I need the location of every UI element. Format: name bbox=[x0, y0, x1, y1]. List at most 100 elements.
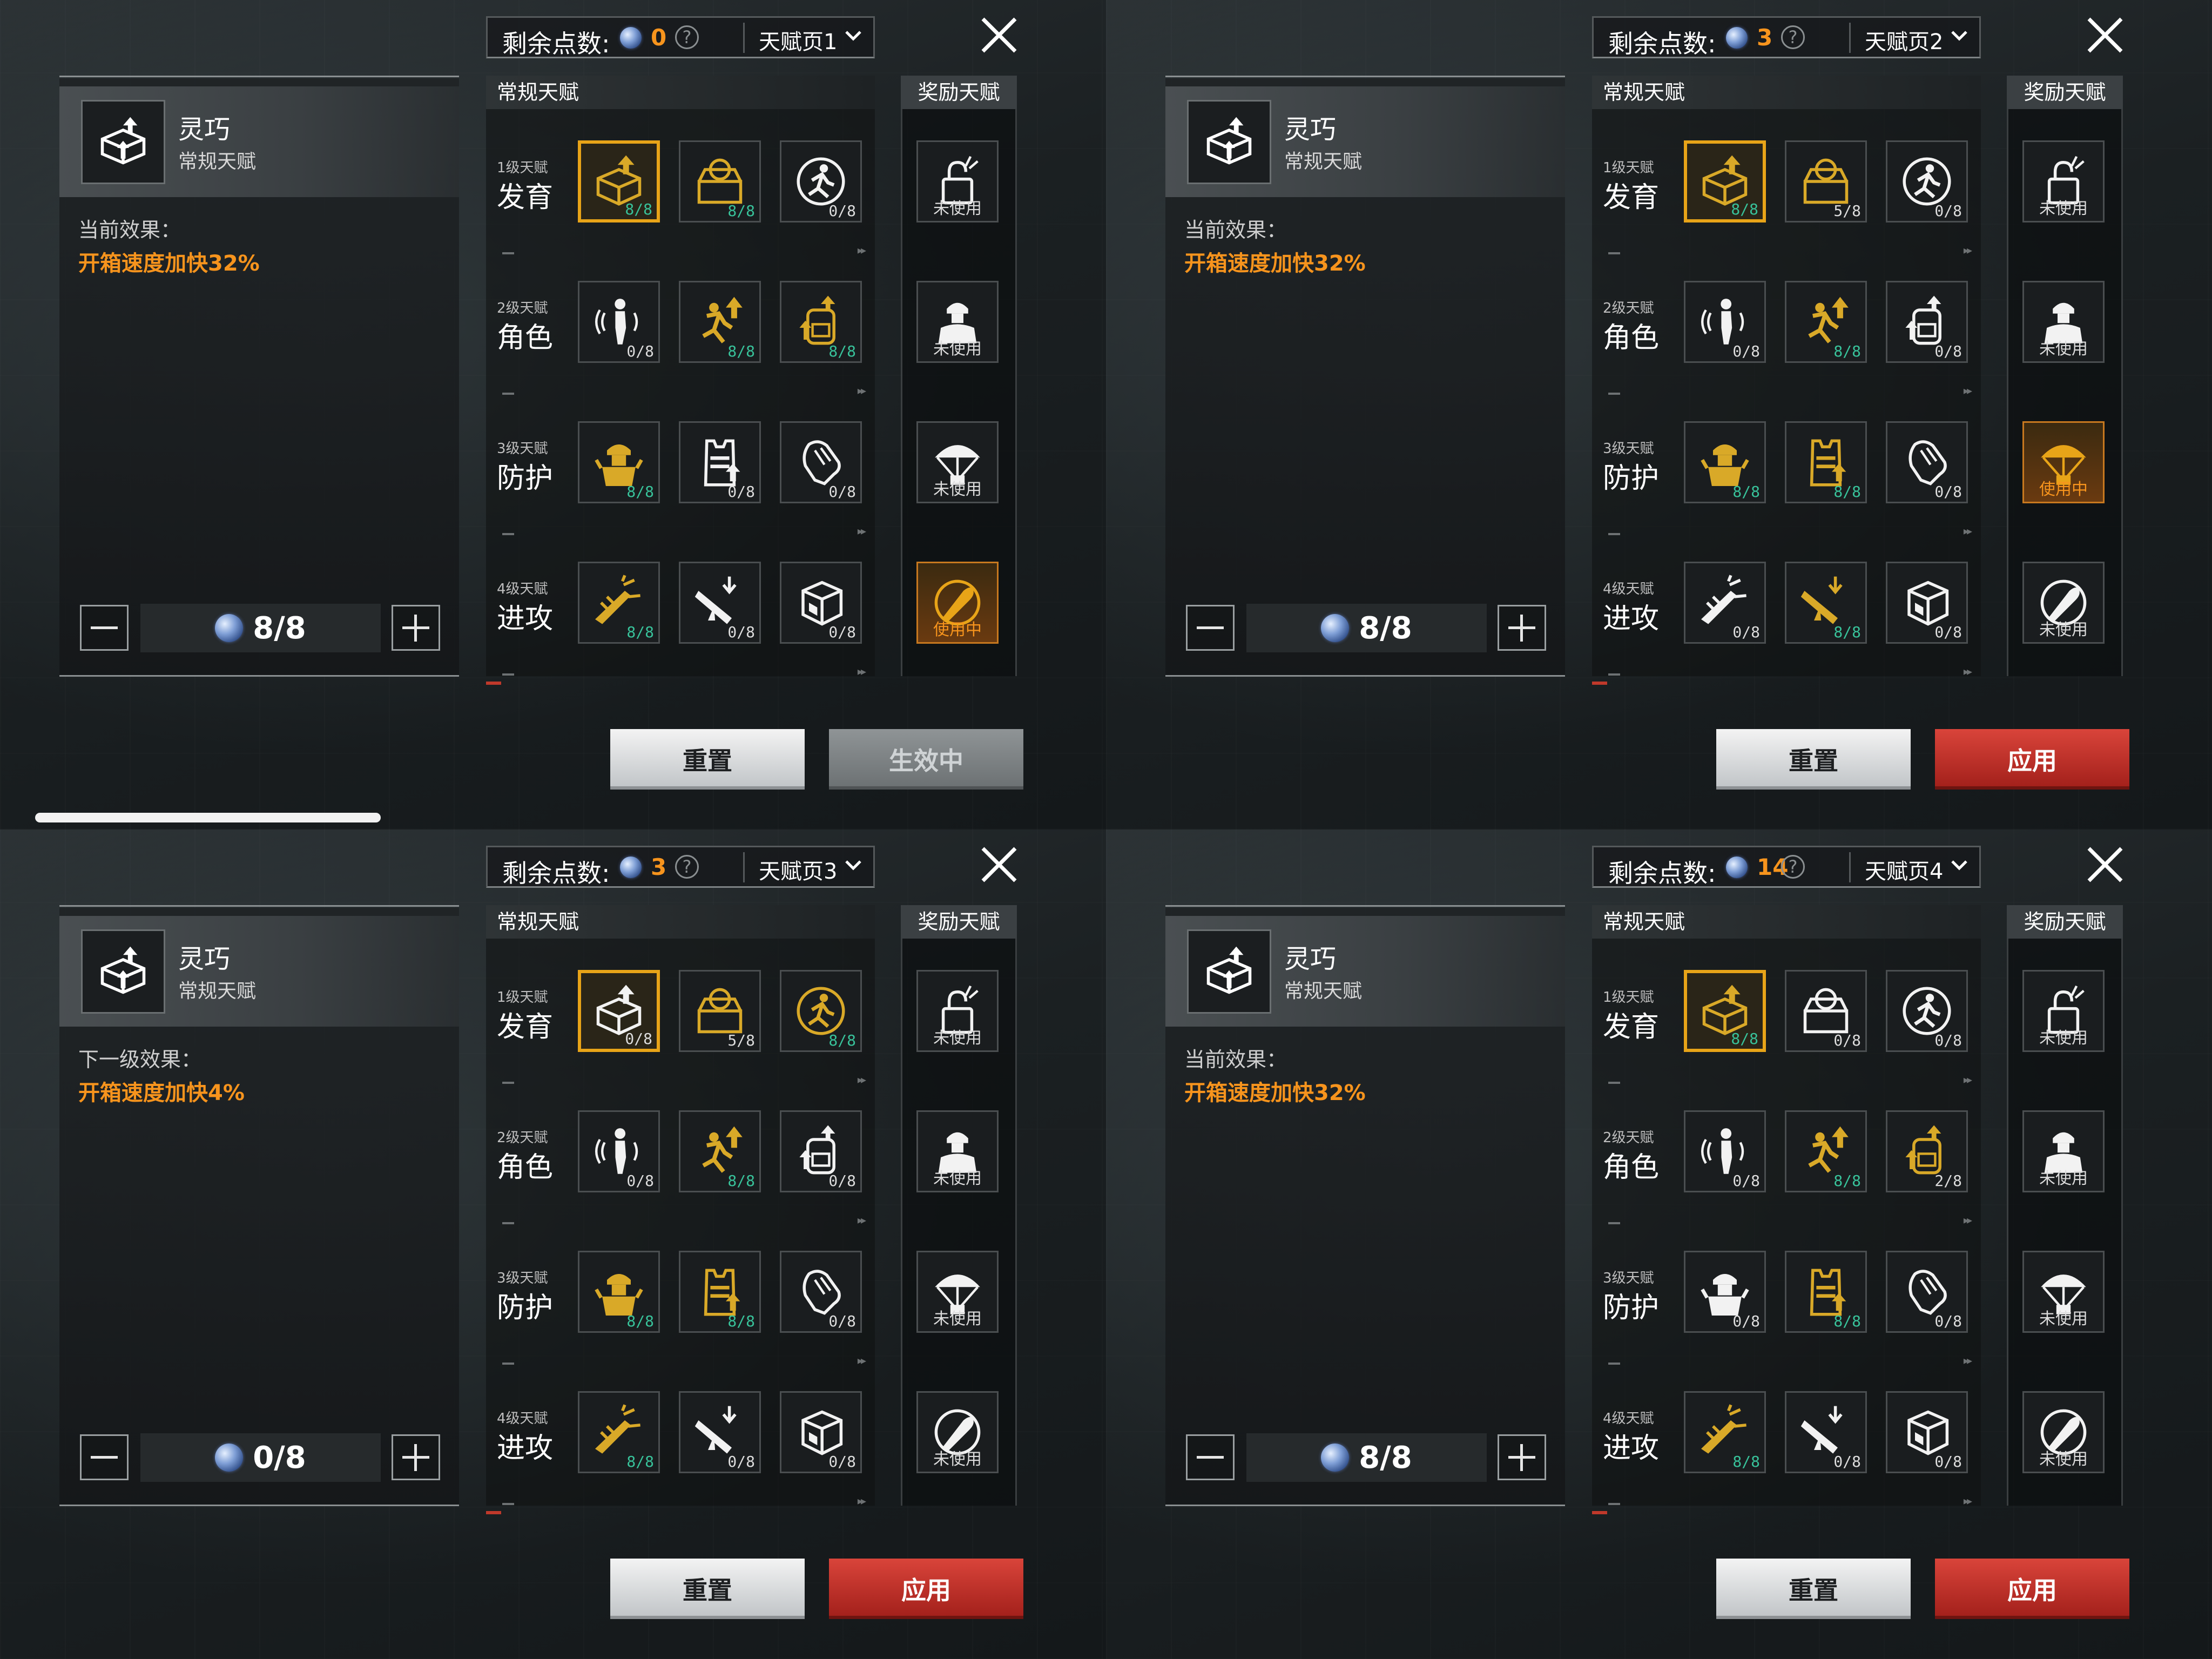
bonus-talent-slot[interactable]: 未使用 bbox=[916, 140, 999, 222]
talent-level-count: 8/8 bbox=[1833, 1312, 1861, 1330]
bonus-talent-slot[interactable]: 未使用 bbox=[2022, 562, 2105, 644]
talent-slot[interactable]: 8/8 bbox=[1684, 421, 1766, 503]
bonus-talent-slot[interactable]: 使用中 bbox=[2022, 421, 2105, 503]
apply-button[interactable]: 生效中 bbox=[829, 729, 1023, 790]
talent-slot[interactable]: 0/8 bbox=[1684, 1251, 1766, 1333]
close-button[interactable] bbox=[972, 8, 1026, 62]
bonus-talent-slot[interactable]: 使用中 bbox=[916, 562, 999, 644]
talent-slot[interactable]: 8/8 bbox=[578, 1251, 660, 1333]
question-circle-icon[interactable]: ? bbox=[1781, 855, 1805, 879]
talent-slot[interactable]: 0/8 bbox=[1886, 970, 1968, 1052]
question-circle-icon[interactable]: ? bbox=[675, 855, 699, 879]
talent-page-select[interactable]: 天赋页1 bbox=[759, 24, 837, 56]
reset-button[interactable]: 重置 bbox=[1716, 729, 1911, 790]
bonus-talent-slot[interactable]: 未使用 bbox=[2022, 1251, 2105, 1333]
talent-slot[interactable]: 0/8 bbox=[780, 1391, 862, 1473]
close-button[interactable] bbox=[972, 838, 1026, 892]
bonus-talent-slot[interactable]: 未使用 bbox=[916, 1391, 999, 1473]
talent-page-select[interactable]: 天赋页3 bbox=[759, 854, 837, 885]
talent-slot[interactable]: 0/8 bbox=[780, 1251, 862, 1333]
talent-slot[interactable]: 5/8 bbox=[679, 970, 761, 1052]
talent-page-select[interactable]: 天赋页2 bbox=[1865, 24, 1943, 56]
talent-page-select[interactable]: 天赋页4 bbox=[1865, 854, 1943, 885]
talent-slot[interactable]: 8/8 bbox=[1785, 1110, 1867, 1192]
talent-slot[interactable]: 0/8 bbox=[1886, 140, 1968, 222]
chevron-down-icon[interactable] bbox=[844, 26, 862, 48]
talent-slot[interactable]: 0/8 bbox=[578, 1110, 660, 1192]
talent-slot[interactable]: 8/8 bbox=[1785, 421, 1867, 503]
talent-slot[interactable]: 8/8 bbox=[780, 970, 862, 1052]
talent-slot[interactable]: 8/8 bbox=[679, 140, 761, 222]
talent-slot[interactable]: 0/8 bbox=[578, 281, 660, 363]
question-circle-icon[interactable]: ? bbox=[675, 25, 699, 49]
talent-page-panel: 灵巧 常规天赋 当前效果： 开箱速度加快32% 8/8 剩余点数: 14 ? 天… bbox=[1106, 830, 2212, 1659]
talent-slot[interactable]: 0/8 bbox=[1785, 970, 1867, 1052]
decrease-button[interactable] bbox=[1186, 605, 1235, 651]
talent-slot[interactable]: 0/8 bbox=[1886, 562, 1968, 644]
reset-button[interactable]: 重置 bbox=[1716, 1559, 1911, 1619]
talent-slot[interactable]: 5/8 bbox=[1785, 140, 1867, 222]
level-stepper: 8/8 bbox=[1246, 1433, 1487, 1482]
bonus-talent-slot[interactable]: 未使用 bbox=[916, 970, 999, 1052]
talent-slot[interactable]: 0/8 bbox=[1684, 1110, 1766, 1192]
apply-button[interactable]: 应用 bbox=[1935, 1559, 2129, 1619]
talent-level-label: 2级天赋 bbox=[497, 1130, 548, 1146]
chevron-down-icon[interactable] bbox=[1950, 26, 1968, 48]
close-button[interactable] bbox=[2078, 838, 2132, 892]
question-circle-icon[interactable]: ? bbox=[1781, 25, 1805, 49]
bonus-talent-slot[interactable]: 未使用 bbox=[916, 281, 999, 363]
reset-button[interactable]: 重置 bbox=[610, 729, 805, 790]
talent-slot[interactable]: 0/8 bbox=[679, 421, 761, 503]
talent-slot[interactable]: 8/8 bbox=[578, 421, 660, 503]
bonus-talent-slot[interactable]: 未使用 bbox=[916, 421, 999, 503]
increase-button[interactable] bbox=[392, 1434, 440, 1480]
talent-slot[interactable]: 8/8 bbox=[780, 281, 862, 363]
decrease-button[interactable] bbox=[80, 1434, 129, 1480]
talent-slot[interactable]: 8/8 bbox=[1785, 1251, 1867, 1333]
increase-button[interactable] bbox=[392, 605, 440, 651]
talent-slot[interactable]: 0/8 bbox=[780, 562, 862, 644]
talent-slot[interactable]: 8/8 bbox=[1684, 970, 1766, 1052]
apply-button[interactable]: 应用 bbox=[829, 1559, 1023, 1619]
apply-button[interactable]: 应用 bbox=[1935, 729, 2129, 790]
talent-slot[interactable]: 0/8 bbox=[1684, 281, 1766, 363]
talent-slot[interactable]: 2/8 bbox=[1886, 1110, 1968, 1192]
talent-slot[interactable]: 0/8 bbox=[1886, 421, 1968, 503]
decrease-button[interactable] bbox=[1186, 1434, 1235, 1480]
talent-slot[interactable]: 8/8 bbox=[1785, 562, 1867, 644]
chevron-down-icon[interactable] bbox=[844, 855, 862, 877]
talent-slot[interactable]: 8/8 bbox=[679, 1251, 761, 1333]
bonus-talent-slot[interactable]: 未使用 bbox=[2022, 970, 2105, 1052]
talent-slot[interactable]: 8/8 bbox=[578, 140, 660, 222]
talent-slot[interactable]: 8/8 bbox=[679, 281, 761, 363]
talent-slot[interactable]: 0/8 bbox=[1886, 1391, 1968, 1473]
reset-button[interactable]: 重置 bbox=[610, 1559, 805, 1619]
bonus-talent-slot[interactable]: 未使用 bbox=[916, 1110, 999, 1192]
talent-slot[interactable]: 8/8 bbox=[1684, 140, 1766, 222]
bonus-talent-slot[interactable]: 未使用 bbox=[916, 1251, 999, 1333]
bonus-talent-slot[interactable]: 未使用 bbox=[2022, 1110, 2105, 1192]
talent-slot[interactable]: 8/8 bbox=[679, 1110, 761, 1192]
talent-slot[interactable]: 0/8 bbox=[679, 562, 761, 644]
talent-slot[interactable]: 0/8 bbox=[780, 421, 862, 503]
increase-button[interactable] bbox=[1498, 1434, 1546, 1480]
chevron-down-icon[interactable] bbox=[1950, 855, 1968, 877]
bonus-talent-slot[interactable]: 未使用 bbox=[2022, 281, 2105, 363]
talent-slot[interactable]: 0/8 bbox=[1886, 1251, 1968, 1333]
close-button[interactable] bbox=[2078, 8, 2132, 62]
talent-slot[interactable]: 8/8 bbox=[1684, 1391, 1766, 1473]
talent-slot[interactable]: 8/8 bbox=[578, 1391, 660, 1473]
talent-slot[interactable]: 0/8 bbox=[578, 970, 660, 1052]
bonus-talent-slot[interactable]: 未使用 bbox=[2022, 140, 2105, 222]
bonus-talent-slot[interactable]: 未使用 bbox=[2022, 1391, 2105, 1473]
talent-slot[interactable]: 0/8 bbox=[1684, 562, 1766, 644]
talent-slot[interactable]: 0/8 bbox=[679, 1391, 761, 1473]
talent-slot[interactable]: 8/8 bbox=[1785, 281, 1867, 363]
talent-slot[interactable]: 0/8 bbox=[1886, 281, 1968, 363]
increase-button[interactable] bbox=[1498, 605, 1546, 651]
decrease-button[interactable] bbox=[80, 605, 129, 651]
talent-slot[interactable]: 0/8 bbox=[780, 1110, 862, 1192]
talent-slot[interactable]: 8/8 bbox=[578, 562, 660, 644]
talent-slot[interactable]: 0/8 bbox=[780, 140, 862, 222]
talent-slot[interactable]: 0/8 bbox=[1785, 1391, 1867, 1473]
